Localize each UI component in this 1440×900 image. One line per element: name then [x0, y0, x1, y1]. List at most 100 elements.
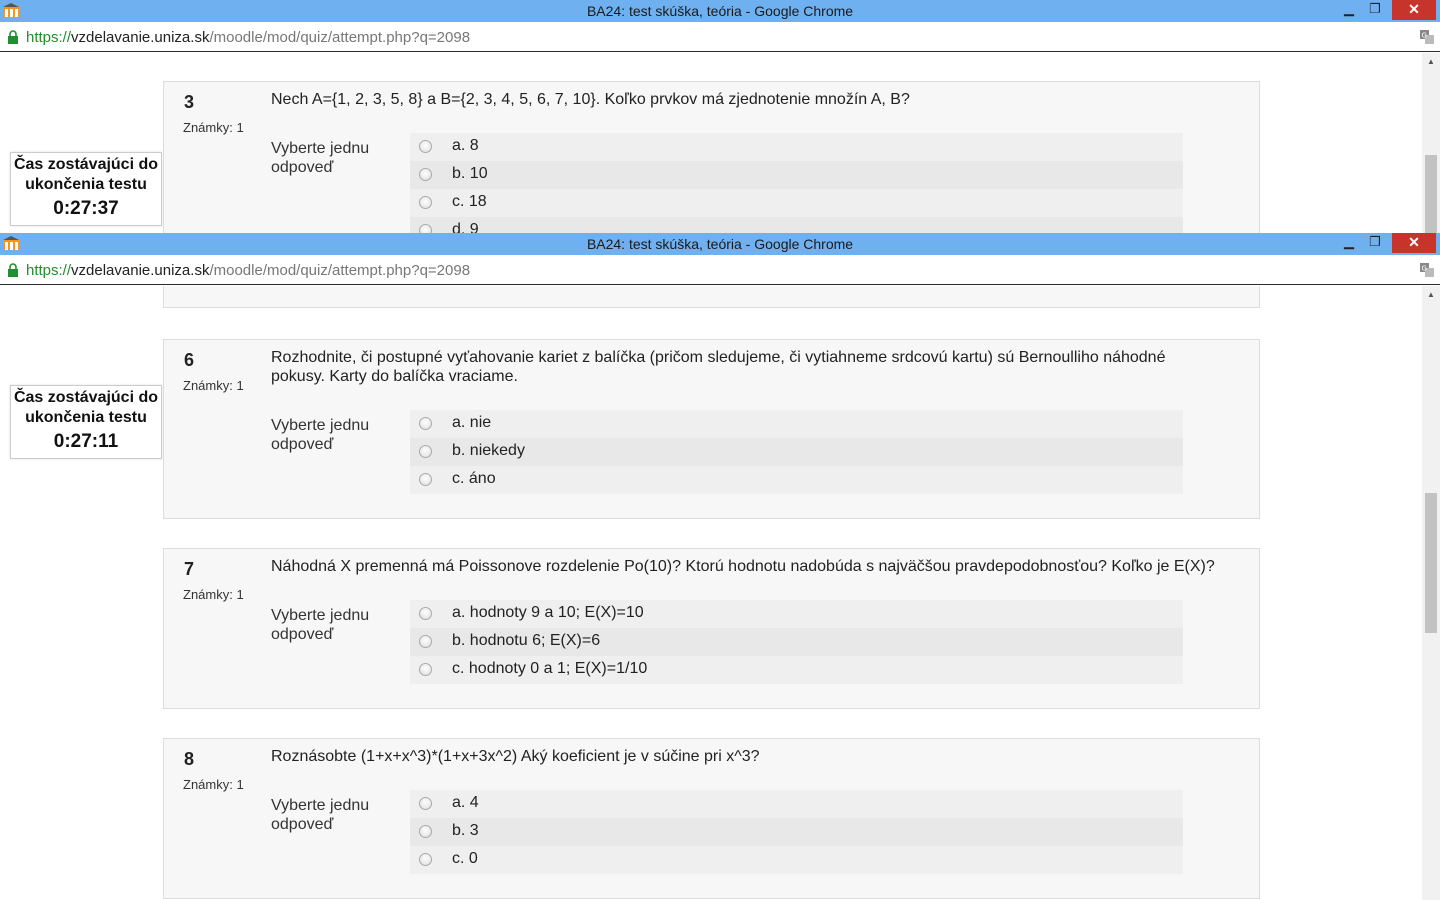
answer-prompt: Vyberte jednu odpoveď [271, 607, 370, 643]
answer-list: a. 4 b. 3 c. 0 [410, 790, 1183, 874]
radio-button[interactable] [419, 224, 432, 233]
scrollbar-thumb[interactable] [1425, 493, 1437, 633]
radio-button[interactable] [419, 825, 432, 838]
answer-option[interactable]: c. 0 [410, 846, 1183, 874]
answer-label[interactable]: a. hodnoty 9 a 10; E(X)=10 [452, 604, 644, 622]
radio-button[interactable] [419, 607, 432, 620]
answer-option[interactable]: b. niekedy [410, 438, 1183, 466]
time-remaining-box: Čas zostávajúci do ukončenia testu 0:27:… [10, 385, 162, 459]
vertical-scrollbar[interactable]: ▲ [1422, 286, 1440, 900]
answer-label[interactable]: b. 10 [452, 165, 488, 183]
browser-window-2: BA24: test skúška, teória - Google Chrom… [0, 233, 1440, 900]
browser-window-1: BA24: test skúška, teória - Google Chrom… [0, 0, 1440, 233]
address-bar[interactable]: https://vzdelavanie.uniza.sk/moodle/mod/… [0, 255, 1440, 285]
answer-label[interactable]: c. 0 [452, 850, 478, 868]
close-button[interactable]: ✕ [1392, 0, 1436, 20]
answer-option[interactable]: a. 4 [410, 790, 1183, 818]
answer-label[interactable]: b. 3 [452, 822, 479, 840]
question-grade: Známky: 1 [183, 120, 244, 135]
radio-button[interactable] [419, 168, 432, 181]
radio-button[interactable] [419, 445, 432, 458]
svg-text:G: G [1422, 265, 1427, 273]
url-text[interactable]: https://vzdelavanie.uniza.sk/moodle/mod/… [26, 29, 470, 46]
radio-button[interactable] [419, 417, 432, 430]
time-remaining-label: Čas zostávajúci do ukončenia testu [13, 156, 159, 193]
url-scheme: https:// [26, 29, 72, 46]
answer-option[interactable]: c. hodnoty 0 a 1; E(X)=1/10 [410, 656, 1183, 684]
radio-button[interactable] [419, 663, 432, 676]
radio-button[interactable] [419, 853, 432, 866]
minimize-button[interactable]: ▁ [1336, 0, 1362, 20]
answer-option[interactable]: b. hodnotu 6; E(X)=6 [410, 628, 1183, 656]
question-card: 8 Známky: 1 Roznásobte (1+x+x^3)*(1+x+3x… [163, 738, 1260, 899]
time-remaining-label: Čas zostávajúci do ukončenia testu [13, 389, 159, 426]
window-title: BA24: test skúška, teória - Google Chrom… [586, 236, 854, 252]
maximize-button[interactable]: ❐ [1362, 233, 1388, 253]
answer-option[interactable]: a. hodnoty 9 a 10; E(X)=10 [410, 600, 1183, 628]
answer-prompt: Vyberte jednu odpoveď [271, 797, 370, 833]
question-card: 6 Známky: 1 Rozhodnite, či postupné vyťa… [163, 339, 1260, 519]
translate-icon[interactable]: G [1420, 263, 1434, 277]
answer-option[interactable]: b. 3 [410, 818, 1183, 846]
radio-button[interactable] [419, 473, 432, 486]
time-remaining-value: 0:27:11 [53, 431, 119, 452]
question-card: 7 Známky: 1 Náhodná X premenná má Poisso… [163, 548, 1260, 709]
question-grade: Známky: 1 [183, 378, 244, 393]
answer-label[interactable]: c. hodnoty 0 a 1; E(X)=1/10 [452, 660, 647, 678]
vertical-scrollbar[interactable]: ▲ [1422, 53, 1440, 233]
question-grade: Známky: 1 [183, 777, 244, 792]
radio-button[interactable] [419, 140, 432, 153]
answer-label[interactable]: a. nie [452, 414, 491, 432]
answer-option[interactable]: d. 9 [410, 217, 1183, 233]
time-remaining-box: Čas zostávajúci do ukončenia testu 0:27:… [10, 152, 162, 226]
answer-option[interactable]: c. áno [410, 466, 1183, 494]
question-text: Náhodná X premenná má Poissonove rozdele… [271, 558, 1215, 575]
question-text: Rozhodnite, či postupné vyťahovanie kari… [271, 349, 1166, 385]
answer-option[interactable]: a. nie [410, 410, 1183, 438]
answer-label[interactable]: b. niekedy [452, 442, 525, 460]
answer-list: a. 8 b. 10 c. 18 d. 9 [410, 133, 1183, 233]
previous-question-card [163, 286, 1260, 308]
url-scheme: https:// [26, 262, 72, 279]
answer-option[interactable]: a. 8 [410, 133, 1183, 161]
answer-option[interactable]: b. 10 [410, 161, 1183, 189]
question-grade: Známky: 1 [183, 587, 244, 602]
url-path: /moodle/mod/quiz/attempt.php?q=2098 [209, 262, 471, 279]
answer-label[interactable]: d. 9 [452, 221, 479, 233]
scroll-up-arrow[interactable]: ▲ [1422, 55, 1440, 69]
svg-text:G: G [1422, 32, 1427, 40]
translate-icon[interactable]: G [1420, 30, 1434, 44]
answer-label[interactable]: c. áno [452, 470, 496, 488]
answer-label[interactable]: a. 4 [452, 794, 479, 812]
answer-option[interactable]: c. 18 [410, 189, 1183, 217]
url-text[interactable]: https://vzdelavanie.uniza.sk/moodle/mod/… [26, 262, 470, 279]
page-viewport: Čas zostávajúci do ukončenia testu 0:27:… [0, 286, 1422, 900]
address-bar[interactable]: https://vzdelavanie.uniza.sk/moodle/mod/… [0, 22, 1440, 52]
answer-label[interactable]: c. 18 [452, 193, 487, 211]
radio-button[interactable] [419, 635, 432, 648]
close-button[interactable]: ✕ [1392, 233, 1436, 253]
scroll-up-arrow[interactable]: ▲ [1422, 288, 1440, 302]
answer-list: a. hodnoty 9 a 10; E(X)=10 b. hodnotu 6;… [410, 600, 1183, 684]
radio-button[interactable] [419, 196, 432, 209]
question-number: 8 [184, 749, 195, 769]
minimize-button[interactable]: ▁ [1336, 233, 1362, 253]
answer-list: a. nie b. niekedy c. áno [410, 410, 1183, 494]
title-bar[interactable]: BA24: test skúška, teória - Google Chrom… [0, 233, 1440, 255]
question-number: 6 [184, 350, 195, 370]
title-bar[interactable]: BA24: test skúška, teória - Google Chrom… [0, 0, 1440, 22]
answer-label[interactable]: b. hodnotu 6; E(X)=6 [452, 632, 600, 650]
question-card: 3 Známky: 1 Nech A={1, 2, 3, 5, 8} a B={… [163, 81, 1260, 233]
url-host: vzdelavanie.uniza.sk [71, 262, 210, 279]
scrollbar-thumb[interactable] [1425, 155, 1437, 233]
lock-icon [8, 263, 18, 277]
answer-prompt: Vyberte jednu odpoveď [271, 417, 370, 453]
radio-button[interactable] [419, 797, 432, 810]
maximize-button[interactable]: ❐ [1362, 0, 1388, 20]
answer-label[interactable]: a. 8 [452, 137, 479, 155]
question-number: 7 [184, 559, 195, 579]
url-path: /moodle/mod/quiz/attempt.php?q=2098 [209, 29, 471, 46]
page-viewport: Čas zostávajúci do ukončenia testu 0:27:… [0, 53, 1422, 233]
question-number: 3 [184, 92, 195, 112]
question-text: Nech A={1, 2, 3, 5, 8} a B={2, 3, 4, 5, … [271, 91, 910, 108]
